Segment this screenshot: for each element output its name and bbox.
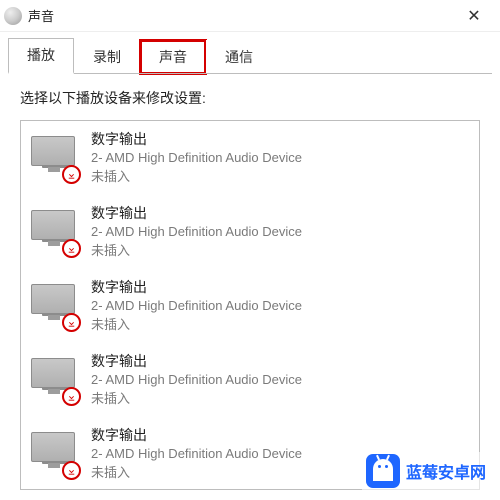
tab-3[interactable]: 通信 [206,40,272,74]
instruction-text: 选择以下播放设备来修改设置: [20,88,480,108]
device-subtitle: 2- AMD High Definition Audio Device [91,297,302,316]
device-icon [31,136,79,180]
unplugged-icon [62,387,81,406]
unplugged-icon [62,313,81,332]
device-item[interactable]: 数字输出2- AMD High Definition Audio Device未… [21,195,479,269]
android-icon [366,454,400,488]
monitor-icon [31,358,75,388]
device-icon [31,210,79,254]
device-name: 数字输出 [91,277,302,297]
device-name: 数字输出 [91,425,302,445]
unplugged-icon [62,461,81,480]
content-area: 选择以下播放设备来修改设置: 数字输出2- AMD High Definitio… [0,74,500,490]
monitor-icon [31,432,75,462]
device-subtitle: 2- AMD High Definition Audio Device [91,223,302,242]
unplugged-icon [62,165,81,184]
device-text: 数字输出2- AMD High Definition Audio Device未… [91,351,302,409]
device-subtitle: 2- AMD High Definition Audio Device [91,149,302,168]
device-name: 数字输出 [91,351,302,371]
device-name: 数字输出 [91,203,302,223]
tab-row: 播放录制声音通信 [0,32,500,74]
device-text: 数字输出2- AMD High Definition Audio Device未… [91,129,302,187]
device-status: 未插入 [91,316,302,335]
device-icon [31,432,79,476]
monitor-icon [31,284,75,314]
device-status: 未插入 [91,390,302,409]
device-subtitle: 2- AMD High Definition Audio Device [91,371,302,390]
tab-0[interactable]: 播放 [8,38,74,74]
watermark-text: 蓝莓安卓网 [406,459,486,483]
watermark: 蓝莓安卓网 [362,452,490,490]
tab-divider [8,73,492,74]
device-subtitle: 2- AMD High Definition Audio Device [91,445,302,464]
device-text: 数字输出2- AMD High Definition Audio Device未… [91,425,302,483]
device-text: 数字输出2- AMD High Definition Audio Device未… [91,203,302,261]
monitor-icon [31,210,75,240]
window-title: 声音 [28,6,452,25]
titlebar: 声音 ✕ [0,0,500,32]
device-item[interactable]: 数字输出2- AMD High Definition Audio Device未… [21,343,479,417]
unplugged-icon [62,239,81,258]
close-button[interactable]: ✕ [452,1,496,31]
device-text: 数字输出2- AMD High Definition Audio Device未… [91,277,302,335]
monitor-icon [31,136,75,166]
device-item[interactable]: 数字输出2- AMD High Definition Audio Device未… [21,269,479,343]
device-icon [31,284,79,328]
device-list[interactable]: 数字输出2- AMD High Definition Audio Device未… [20,120,480,490]
close-icon: ✕ [467,6,480,26]
tab-2[interactable]: 声音 [140,40,206,74]
device-icon [31,358,79,402]
device-name: 数字输出 [91,129,302,149]
device-status: 未插入 [91,242,302,261]
tab-1[interactable]: 录制 [74,40,140,74]
device-status: 未插入 [91,168,302,187]
device-item[interactable]: 数字输出2- AMD High Definition Audio Device未… [21,121,479,195]
sound-window-icon [4,7,22,25]
device-status: 未插入 [91,464,302,483]
